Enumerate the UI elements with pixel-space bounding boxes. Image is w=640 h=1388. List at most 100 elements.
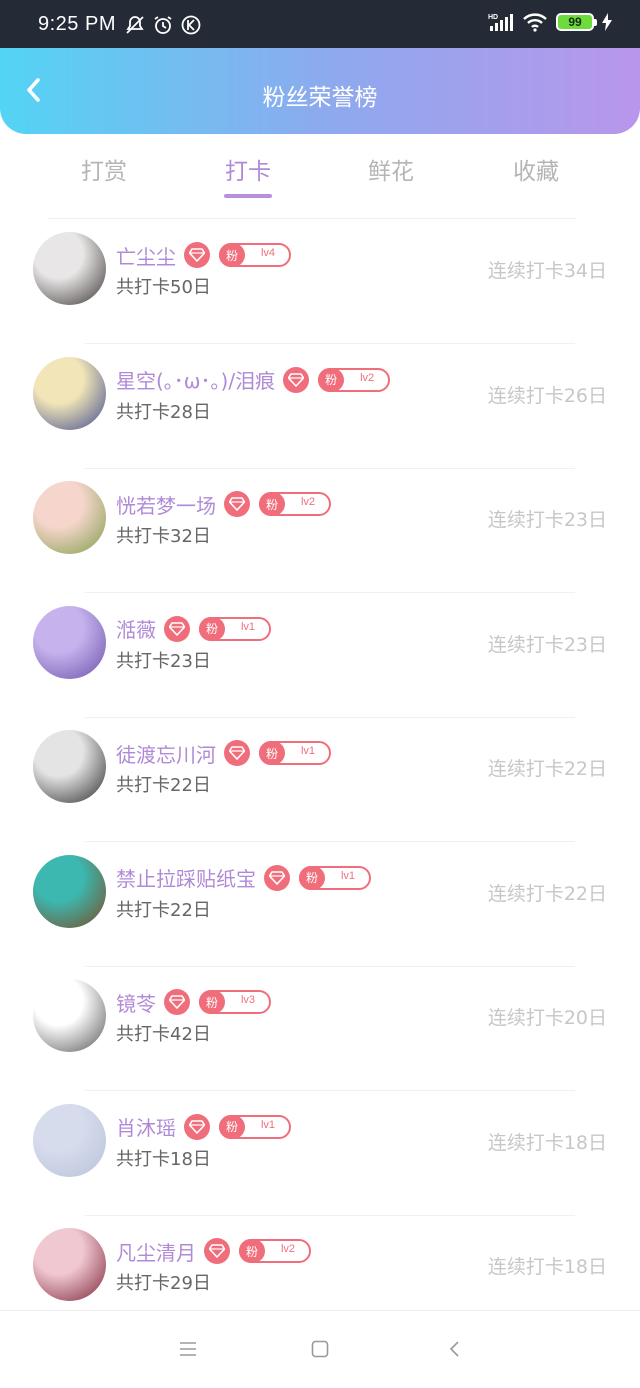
fan-badge-label: 粉 [219, 243, 245, 267]
svg-text:HD: HD [488, 14, 498, 21]
diamond-badge-icon [204, 1238, 230, 1264]
user-name[interactable]: 徒渡忘川河 [116, 739, 216, 768]
diamond-badge-icon [184, 242, 210, 268]
fan-row[interactable]: 镜苓 粉 lv3 共打卡42日 连续打卡20日 [0, 967, 640, 1091]
total-checkins: 共打卡18日 [116, 1148, 211, 1170]
wifi-icon [523, 13, 547, 32]
fan-level-badge: 粉 lv4 [219, 243, 291, 267]
fan-row[interactable]: 恍若梦一场 粉 lv2 共打卡32日 连续打卡23日 [0, 469, 640, 593]
fan-badge-label: 粉 [299, 865, 325, 890]
diamond-icon [209, 1244, 225, 1258]
name-line: 凡尘清月 粉 lv2 [116, 1234, 311, 1268]
fan-row[interactable]: 徒渡忘川河 粉 lv1 共打卡22日 连续打卡22日 [0, 718, 640, 842]
total-checkins: 共打卡29日 [116, 1273, 211, 1294]
diamond-badge-icon [224, 491, 250, 517]
streak-checkins: 连续打卡26日 [487, 384, 607, 407]
status-icons [125, 15, 201, 35]
user-name[interactable]: 肖沐瑶 [116, 1112, 176, 1141]
fan-row[interactable]: 亡尘尘 粉 lv4 共打卡50日 连续打卡34日 [0, 220, 640, 344]
fan-row[interactable]: 星空(｡･ω･｡)/泪痕 粉 lv2 共打卡28日 连续打卡26日 [0, 345, 640, 469]
fan-row[interactable]: 肖沐瑶 粉 lv1 共打卡18日 连续打卡18日 [0, 1092, 640, 1216]
streak-checkins: 连续打卡22日 [487, 882, 607, 905]
fan-badge-label: 粉 [219, 1114, 245, 1139]
fan-level-badge: 粉 lv2 [239, 1239, 311, 1263]
fan-row[interactable]: 禁止拉踩贴纸宝 粉 lv1 共打卡22日 连续打卡22日 [0, 843, 640, 967]
avatar[interactable] [33, 356, 106, 430]
fan-level-badge: 粉 lv2 [259, 492, 331, 516]
avatar[interactable] [33, 605, 106, 679]
streak-checkins: 连续打卡22日 [487, 758, 607, 780]
system-nav-bar [0, 1310, 640, 1388]
menu-button[interactable] [176, 1337, 200, 1361]
divider [48, 218, 576, 219]
fan-level: lv4 [260, 247, 276, 259]
battery-level: 99 [568, 15, 582, 29]
fan-badge-label: 粉 [318, 367, 345, 392]
total-checkins: 共打卡22日 [116, 775, 211, 796]
fan-level-badge: 粉 lv1 [219, 1114, 291, 1139]
tab-favorites[interactable]: 收藏 [476, 152, 596, 186]
fan-level-badge: 粉 lv1 [259, 741, 331, 765]
user-name[interactable]: 凡尘清月 [116, 1237, 196, 1266]
page-title: 粉丝荣誉榜 [262, 85, 378, 111]
name-line: 禁止拉踩贴纸宝 粉 lv1 [116, 861, 371, 895]
tab-reward[interactable]: 打赏 [44, 152, 164, 186]
fan-level-badge: 粉 lv1 [199, 616, 271, 641]
fan-level: lv2 [360, 371, 375, 384]
user-name[interactable]: 湉薇 [116, 614, 156, 643]
fan-level: lv2 [280, 1243, 296, 1255]
total-checkins: 共打卡28日 [116, 401, 211, 423]
avatar[interactable] [33, 979, 106, 1052]
total-checkins: 共打卡50日 [116, 277, 211, 298]
streak-checkins: 连续打卡18日 [487, 1256, 607, 1278]
diamond-badge-icon [164, 615, 190, 642]
user-name[interactable]: 镜苓 [116, 988, 156, 1017]
total-checkins: 共打卡42日 [116, 1024, 211, 1045]
menu-icon [180, 1342, 196, 1356]
system-back-button[interactable] [443, 1337, 467, 1361]
fan-level: lv2 [300, 496, 316, 508]
user-name[interactable]: 恍若梦一场 [116, 490, 216, 519]
streak-checkins: 连续打卡20日 [487, 1007, 607, 1029]
name-line: 肖沐瑶 粉 lv1 [116, 1110, 291, 1144]
diamond-icon [189, 1119, 205, 1134]
diamond-badge-icon [264, 864, 290, 891]
signal-icon: HD [488, 14, 513, 31]
streak-checkins: 连续打卡23日 [487, 633, 607, 656]
home-button[interactable] [308, 1337, 332, 1361]
tab-checkin[interactable]: 打卡 [188, 152, 308, 186]
avatar[interactable] [33, 1103, 106, 1177]
name-line: 星空(｡･ω･｡)/泪痕 粉 lv2 [116, 363, 391, 397]
diamond-badge-icon [184, 1113, 210, 1140]
fan-level: lv1 [240, 620, 256, 633]
name-line: 亡尘尘 粉 lv4 [116, 238, 291, 272]
user-name[interactable]: 亡尘尘 [116, 241, 176, 270]
total-checkins: 共打卡32日 [116, 526, 211, 547]
streak-checkins: 连续打卡34日 [487, 260, 607, 282]
avatar[interactable] [33, 854, 106, 928]
tab-bar: 打赏 打卡 鲜花 收藏 [0, 134, 640, 220]
fan-badge-label: 粉 [199, 616, 225, 641]
fan-level-badge: 粉 lv1 [299, 865, 371, 890]
diamond-icon [229, 746, 245, 760]
diamond-icon [189, 248, 205, 262]
tab-flowers[interactable]: 鲜花 [331, 152, 451, 186]
name-line: 徒渡忘川河 粉 lv1 [116, 736, 331, 770]
fan-level: lv1 [260, 1118, 276, 1131]
diamond-icon [269, 870, 285, 885]
diamond-icon [169, 995, 185, 1009]
total-checkins: 共打卡22日 [116, 899, 211, 921]
diamond-icon [169, 621, 185, 636]
fan-row[interactable]: 湉薇 粉 lv1 共打卡23日 连续打卡23日 [0, 594, 640, 718]
avatar[interactable] [33, 232, 106, 305]
fan-level: lv1 [340, 869, 356, 882]
avatar[interactable] [33, 1228, 106, 1301]
active-tab-indicator [224, 194, 272, 198]
user-name[interactable]: 星空(｡･ω･｡)/泪痕 [116, 365, 275, 394]
avatar[interactable] [33, 481, 106, 554]
fan-level: lv3 [240, 994, 256, 1006]
user-name[interactable]: 禁止拉踩贴纸宝 [116, 863, 256, 892]
avatar[interactable] [33, 730, 106, 803]
status-right: HD 99 [488, 12, 612, 32]
streak-checkins: 连续打卡23日 [487, 509, 607, 531]
